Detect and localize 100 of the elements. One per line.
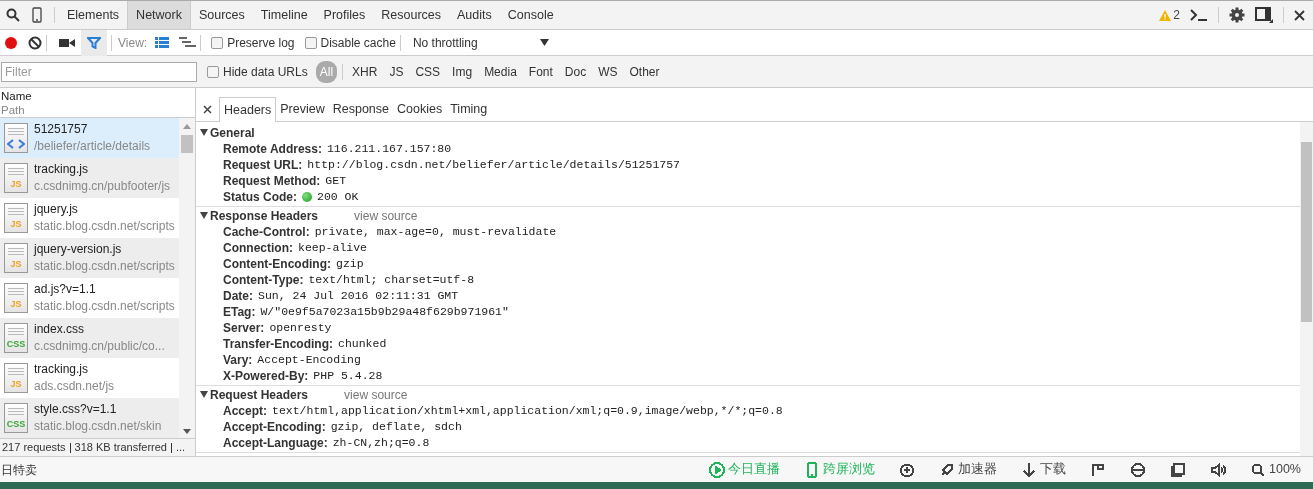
video-camera-icon[interactable] — [59, 36, 75, 49]
detail-tab[interactable]: Preview — [276, 97, 329, 121]
checkbox[interactable] — [207, 65, 219, 78]
filter-field[interactable]: Filter — [1, 61, 197, 82]
header-name: Content-Encoding: — [223, 256, 331, 273]
panel-tab[interactable]: Audits — [449, 1, 500, 29]
request-name: index.css — [34, 321, 86, 338]
view-source-link[interactable]: view source — [354, 206, 418, 225]
file-icon: JS — [4, 243, 28, 273]
type-filter[interactable]: Font — [524, 60, 557, 83]
header-name: ETag: — [223, 304, 256, 321]
scrollbar-thumb[interactable] — [1301, 142, 1312, 322]
close-icon[interactable] — [203, 105, 212, 114]
panel-tab[interactable]: Profiles — [315, 1, 374, 29]
type-filter[interactable]: WS — [594, 60, 622, 83]
view-source-link[interactable]: view source — [344, 385, 408, 404]
panel-tab[interactable]: Timeline — [252, 1, 316, 29]
status-text: 日特卖 — [1, 461, 37, 479]
header-value: private, max-age=0, must-revalidate — [314, 224, 557, 241]
type-filter[interactable]: CSS — [411, 60, 445, 83]
console-prompt-icon[interactable] — [1190, 8, 1208, 22]
status-bar-item[interactable]: 下载 — [1021, 460, 1066, 479]
list-view-icon[interactable] — [155, 37, 170, 48]
filter-toggle[interactable] — [81, 29, 107, 56]
request-row[interactable]: 51251757 /beliefer/article/details — [0, 118, 179, 158]
header-name: Content-Type: — [223, 272, 304, 289]
request-name: tracking.js — [34, 361, 90, 378]
status-bar-item[interactable]: 100% — [1250, 460, 1301, 479]
close-icon[interactable] — [1294, 9, 1305, 21]
status-bar-item[interactable]: 加速器 — [939, 460, 997, 479]
request-path: static.blog.csdn.net/scripts — [34, 258, 175, 275]
warning-icon — [1159, 9, 1172, 21]
section-header[interactable]: Request Headers view source — [196, 386, 1300, 403]
header-value: 116.211.167.157:80 — [326, 141, 452, 158]
detail-tab[interactable]: Response — [328, 97, 393, 121]
header-name: Date: — [223, 288, 253, 305]
header-value: keep-alive — [298, 240, 367, 257]
panel-tab[interactable]: Resources — [373, 1, 450, 29]
section-title: Response Headers — [210, 207, 319, 225]
throttling-dropdown[interactable]: No throttling — [412, 33, 549, 52]
file-icon: CSS — [4, 323, 28, 353]
header-name: Vary: — [223, 352, 253, 369]
panel-tab[interactable]: Console — [499, 1, 562, 29]
file-icon: JS — [4, 163, 28, 193]
type-filter[interactable]: XHR — [348, 60, 382, 83]
warning-counter[interactable]: 2 — [1159, 6, 1180, 24]
mobile-device-icon[interactable] — [32, 7, 42, 23]
scrollbar-thumb[interactable] — [181, 135, 193, 153]
section-header[interactable]: General — [196, 124, 1300, 141]
request-name: jquery.js — [34, 201, 79, 218]
preserve-log-checkbox[interactable]: Preserve log — [211, 33, 295, 52]
panel-tab[interactable]: Elements — [59, 1, 128, 29]
type-filter[interactable]: Img — [448, 60, 477, 83]
request-name: jquery-version.js — [34, 241, 123, 258]
type-filter[interactable]: Media — [480, 60, 521, 83]
header-name: Connection: — [223, 240, 293, 257]
request-row[interactable]: JS jquery-version.js static.blog.csdn.net/scripts — [0, 238, 179, 278]
request-row[interactable]: JS tracking.js c.csdnimg.cn/pubfooter/js — [0, 158, 179, 198]
header-name: Accept: — [223, 403, 267, 420]
request-path: static.blog.csdn.net/scripts — [34, 298, 175, 315]
header-value: Accept-Encoding — [257, 352, 361, 369]
dock-side-icon[interactable] — [1255, 7, 1273, 23]
hide-data-urls-checkbox[interactable]: Hide data URLs — [207, 62, 308, 81]
request-name: 51251757 — [34, 121, 89, 138]
disclosure-triangle-icon — [200, 129, 208, 136]
header-name: Accept-Encoding: — [223, 419, 326, 436]
scroll-up-arrow-icon[interactable] — [183, 124, 191, 129]
request-row[interactable]: CSS style.css?v=1.1 static.blog.csdn.net/skin — [0, 398, 179, 438]
scroll-down-arrow-icon[interactable] — [183, 429, 191, 434]
request-name: ad.js?v=1.1 — [34, 281, 97, 298]
header-value: Sun, 24 Jul 2016 02:11:31 GMT — [258, 288, 459, 305]
request-row[interactable]: CSS index.css c.csdnimg.cn/public/co... — [0, 318, 179, 358]
disable-cache-checkbox[interactable]: Disable cache — [304, 33, 396, 52]
clear-icon[interactable] — [28, 35, 42, 50]
record-icon[interactable] — [4, 35, 18, 50]
search-icon[interactable] — [6, 8, 20, 22]
request-path: ads.csdn.net/js — [34, 378, 115, 395]
request-path: c.csdnimg.cn/pubfooter/js — [34, 178, 171, 195]
checkbox[interactable] — [211, 36, 224, 49]
name-column-label: Name — [1, 88, 33, 103]
scrollbar[interactable] — [179, 118, 195, 438]
request-path: static.blog.csdn.net/scripts — [34, 218, 175, 235]
header-value: openresty — [269, 320, 332, 337]
section-header[interactable]: Response Headers view source — [196, 207, 1300, 224]
detail-tab[interactable]: Timing — [446, 97, 492, 121]
settings-icon[interactable] — [1229, 7, 1245, 23]
file-icon: JS — [4, 203, 28, 233]
type-filter[interactable]: Doc — [560, 60, 591, 83]
panel-tab[interactable]: Sources — [190, 1, 253, 29]
detail-tab[interactable]: Cookies — [393, 97, 447, 121]
scrollbar[interactable] — [1300, 122, 1313, 456]
waterfall-view-icon[interactable] — [179, 37, 197, 48]
header-value: gzip, deflate, sdch — [330, 419, 462, 436]
header-value: W/"0e9f5a7023a15b9b29a48f629b971961" — [260, 304, 509, 321]
type-filter[interactable]: JS — [385, 60, 408, 83]
detail-tab[interactable]: Headers — [219, 97, 277, 122]
type-filter[interactable]: Other — [625, 60, 664, 83]
panel-tab[interactable]: Network — [127, 1, 191, 29]
path-column-label: Path — [1, 102, 26, 117]
checkbox[interactable] — [304, 36, 317, 49]
